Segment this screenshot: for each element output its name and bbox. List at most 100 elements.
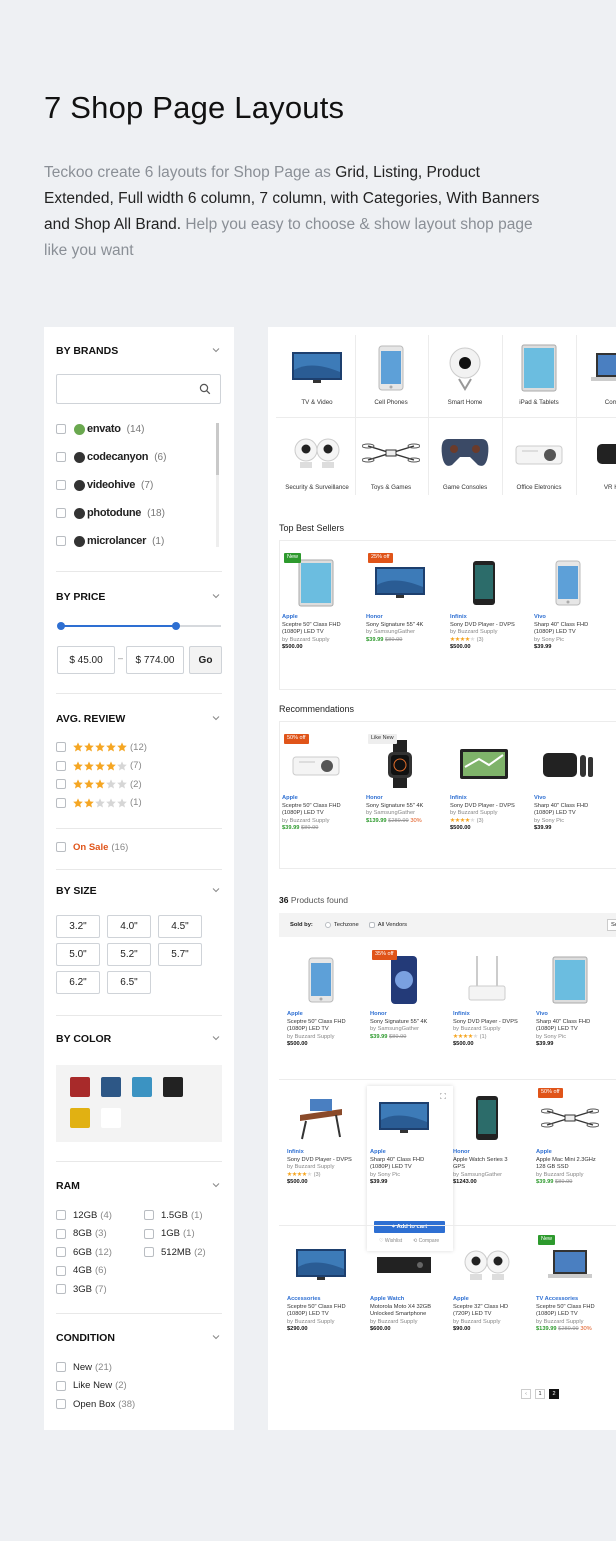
price-min-handle[interactable] — [57, 622, 65, 630]
product-image[interactable] — [450, 552, 518, 614]
chevron-down-icon[interactable] — [212, 714, 220, 722]
checkbox[interactable] — [56, 1380, 66, 1391]
color-swatch[interactable] — [70, 1077, 90, 1097]
chevron-down-icon[interactable] — [212, 1034, 220, 1042]
ram-header[interactable]: RAM — [56, 1180, 222, 1194]
chevron-down-icon[interactable] — [212, 1181, 220, 1189]
size-option[interactable]: 4.0" — [107, 915, 151, 938]
product-brand[interactable]: Vivo — [534, 614, 602, 622]
product-brand[interactable]: Accessories — [287, 1296, 355, 1304]
chevron-down-icon[interactable] — [212, 886, 220, 894]
category-tile[interactable]: VR Ha — [578, 424, 616, 491]
category-tile[interactable]: Office Eletronics — [504, 424, 574, 491]
product-seller[interactable]: by SamsungGather — [366, 629, 434, 637]
product-name[interactable]: Sharp 40" Class FHD (1080P) LED TV — [534, 622, 602, 637]
size-option[interactable]: 5.2" — [107, 943, 151, 966]
product-seller[interactable]: by Buzzard Supply — [536, 1319, 604, 1327]
product-name[interactable]: Sony Signature 55" 4K — [366, 803, 434, 811]
size-option[interactable]: 3.2" — [56, 915, 100, 938]
product-card[interactable]: 25% off Honor Sony Signature 55" 4K by Sams… — [366, 552, 434, 644]
add-to-cart-button[interactable]: + Add to cart — [374, 1221, 445, 1233]
product-brand[interactable]: Honor — [453, 1149, 521, 1157]
sold-by-techzone[interactable]: Techzone — [324, 922, 359, 928]
category-tile[interactable]: iPad & Tablets — [504, 339, 574, 406]
product-seller[interactable]: by Buzzard Supply — [450, 810, 518, 818]
checkbox[interactable] — [56, 1210, 66, 1220]
brand-item-envato[interactable]: envato (14) — [56, 421, 144, 437]
checkbox[interactable] — [56, 508, 66, 518]
checkbox[interactable] — [56, 742, 66, 752]
product-card[interactable]: Honor Apple Watch Series 3 GPS by SamsungG… — [453, 1087, 521, 1187]
on-sale-filter[interactable]: On Sale (16) — [56, 841, 128, 853]
size-header[interactable]: BY SIZE — [56, 885, 222, 899]
product-brand[interactable]: Honor — [366, 795, 434, 803]
product-name[interactable]: Sceptre 50" Class FHD (1080P) LED TV — [282, 803, 350, 818]
product-brand[interactable]: Apple — [453, 1296, 521, 1304]
product-name[interactable]: Apple Mac Mini 2.3GHz 128 GB SSD — [536, 1157, 604, 1172]
product-brand[interactable]: Vivo — [536, 1011, 604, 1019]
pagination-prev[interactable]: ‹ — [521, 1389, 531, 1399]
product-brand[interactable]: Infinix — [450, 614, 518, 622]
checkbox[interactable] — [56, 1265, 66, 1276]
brand-item-microlancer[interactable]: microlancer (1) — [56, 533, 164, 549]
product-seller[interactable]: by Buzzard Supply — [450, 629, 518, 637]
product-name[interactable]: Apple Watch Series 3 GPS — [453, 1157, 521, 1172]
product-brand[interactable]: Vivo — [534, 795, 602, 803]
review-filter-4-stars[interactable]: (7) — [56, 760, 142, 772]
checkbox[interactable] — [368, 922, 375, 928]
product-seller[interactable]: by Buzzard Supply — [282, 818, 350, 826]
size-option[interactable]: 5.0" — [56, 943, 100, 966]
color-swatch[interactable] — [132, 1077, 152, 1097]
size-option[interactable]: 6.5" — [107, 971, 151, 994]
product-seller[interactable]: by SamsungGather — [453, 1172, 521, 1180]
product-image[interactable]: 50% off — [536, 1087, 604, 1149]
condition-header[interactable]: CONDITION — [56, 1332, 222, 1346]
checkbox[interactable] — [56, 424, 66, 434]
size-option[interactable]: 4.5" — [158, 915, 202, 938]
product-brand[interactable]: Honor — [366, 614, 434, 622]
product-name[interactable]: Sharp 40" Class FHD (1080P) LED TV — [536, 1019, 604, 1034]
product-card[interactable]: Like New Honor Sony Signature 55" 4K by Sam… — [366, 733, 434, 825]
product-brand[interactable]: Apple Watch — [370, 1296, 438, 1304]
product-card[interactable]: Apple Watch Motorola Moto X4 32GB Unlocke… — [370, 1234, 438, 1334]
product-name[interactable]: Sceptre 50" Class FHD (1080P) LED TV — [287, 1019, 355, 1034]
chevron-down-icon[interactable] — [212, 592, 220, 600]
product-seller[interactable]: by SamsungGather — [370, 1026, 438, 1034]
radio[interactable] — [324, 922, 331, 928]
search-icon[interactable] — [199, 383, 211, 395]
product-name[interactable]: Sceptre 50" Class FHD (1080P) LED TV — [282, 622, 350, 637]
product-brand[interactable]: Infinix — [453, 1011, 521, 1019]
product-card[interactable]: 50% off Apple Sceptre 50" Class FHD (1080P… — [282, 733, 350, 833]
checkbox[interactable] — [56, 760, 66, 771]
product-name[interactable]: Sony Signature 55" 4K — [366, 622, 434, 630]
checkbox[interactable] — [56, 1362, 66, 1372]
size-option[interactable]: 5.7" — [158, 943, 202, 966]
product-seller[interactable]: by Buzzard Supply — [287, 1319, 355, 1327]
product-name[interactable]: Sony DVD Player - DVPS — [287, 1157, 355, 1165]
product-brand[interactable]: Apple — [282, 614, 350, 622]
product-image[interactable]: New — [536, 1234, 604, 1296]
product-brand[interactable]: Apple — [370, 1149, 438, 1157]
product-card[interactable]: New TV Accessories Sceptre 50" Class FHD (… — [536, 1234, 604, 1334]
pagination-page-1[interactable]: 1 — [535, 1389, 545, 1399]
category-tile[interactable]: Comp — [578, 339, 616, 406]
color-swatch[interactable] — [101, 1108, 121, 1128]
product-image[interactable] — [453, 1234, 521, 1296]
product-card[interactable]: Infinix Sony DVD Player - DVPS by Buzzard … — [450, 552, 518, 652]
checkbox[interactable] — [56, 1399, 66, 1409]
product-name[interactable]: Motorola Moto X4 32GB Unlocked Smartphon… — [370, 1304, 438, 1319]
product-image[interactable] — [534, 552, 602, 614]
product-card[interactable]: 35% off Honor Sony Signature 55" 4K by Sams… — [370, 949, 438, 1041]
product-name[interactable]: Sony Signature 55" 4K — [370, 1019, 438, 1027]
product-card[interactable]: Vivo Sharp 40" Class FHD (1080P) LED TV by… — [534, 733, 602, 833]
product-image[interactable] — [287, 949, 355, 1011]
size-option[interactable]: 6.2" — [56, 971, 100, 994]
checkbox[interactable] — [56, 1284, 66, 1294]
checkbox[interactable] — [144, 1228, 154, 1239]
scrollbar-thumb[interactable] — [216, 423, 219, 475]
ram-option-1GB[interactable]: 1GB (1) — [144, 1228, 195, 1240]
checkbox[interactable] — [144, 1247, 154, 1257]
checkbox[interactable] — [144, 1210, 154, 1220]
brand-item-codecanyon[interactable]: codecanyon (6) — [56, 449, 166, 465]
sold-by-all-vendors[interactable]: All Vendors — [368, 922, 407, 928]
